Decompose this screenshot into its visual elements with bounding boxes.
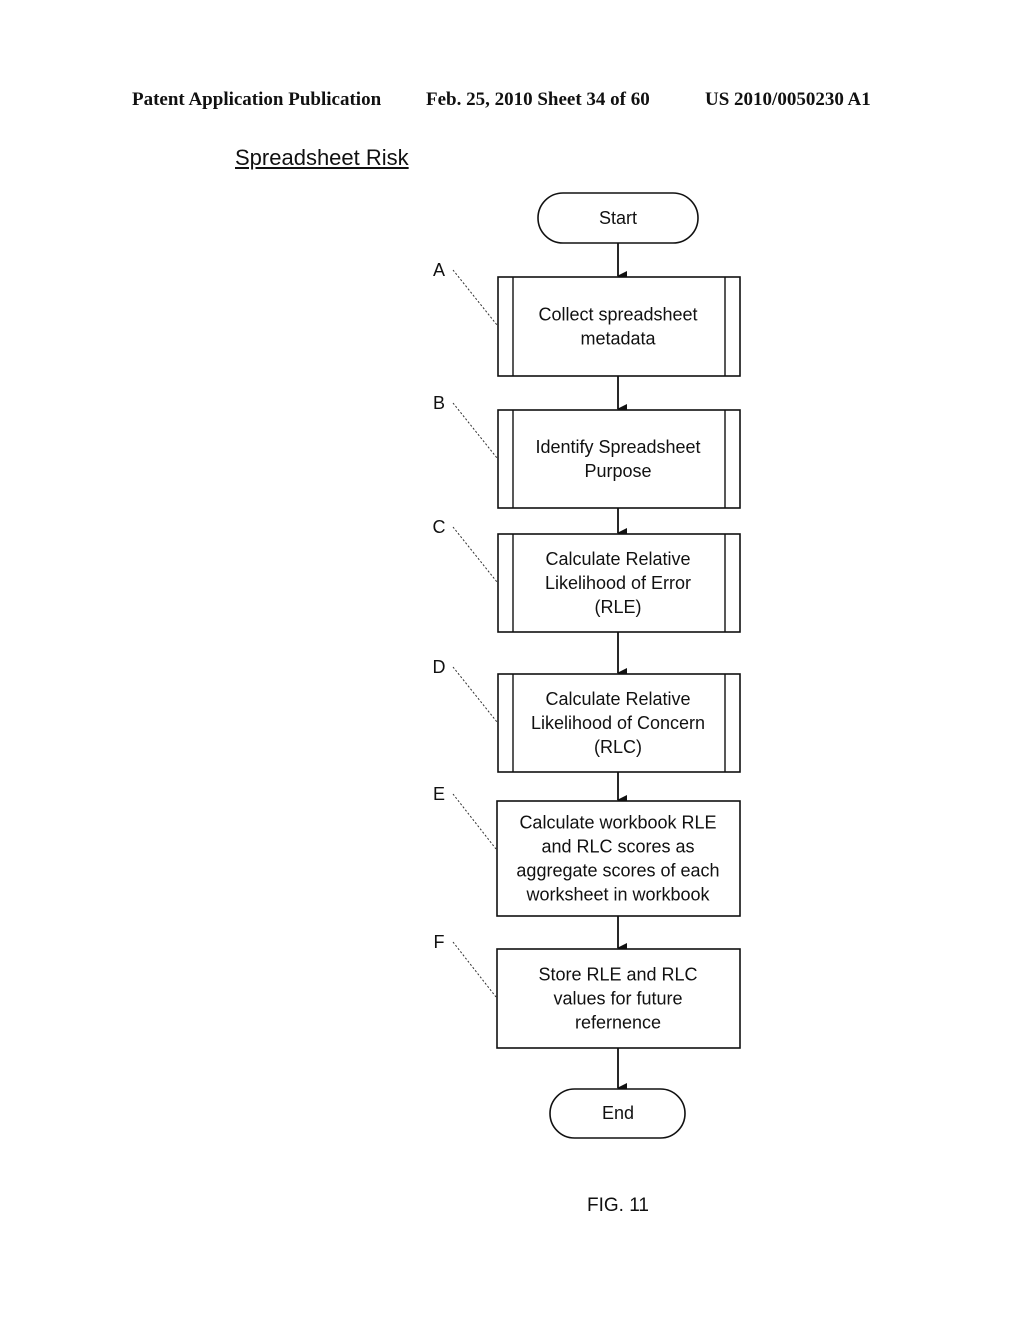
- start-terminal: Start: [537, 192, 699, 244]
- step-text-line: Calculate Relative: [545, 689, 690, 709]
- leader-line: [452, 269, 498, 326]
- step-b: Identify Spreadsheet Purpose B: [433, 393, 741, 509]
- step-text-line: (RLE): [594, 597, 641, 617]
- end-label: End: [602, 1103, 634, 1123]
- leader-line: [452, 666, 498, 723]
- step-ref-label: D: [433, 657, 446, 677]
- step-ref-label: E: [433, 784, 445, 804]
- step-text-line: Calculate Relative: [545, 549, 690, 569]
- step-text-line: Likelihood of Error: [545, 573, 691, 593]
- step-text-line: Purpose: [584, 461, 651, 481]
- end-terminal: End: [549, 1088, 686, 1139]
- step-text-line: Identify Spreadsheet: [535, 437, 700, 457]
- leader-line: [452, 402, 498, 459]
- figure-label: FIG. 11: [587, 1195, 649, 1216]
- step-text-line: Likelihood of Concern: [531, 713, 705, 733]
- step-a: Collect spreadsheet metadata A: [433, 260, 741, 377]
- step-text-line: aggregate scores of each: [516, 861, 719, 881]
- step-ref-label: F: [434, 932, 445, 952]
- flowchart: Start Collect spreadsheet metadata A Identi…: [433, 192, 741, 1139]
- leader-line: [452, 526, 498, 583]
- step-ref-label: B: [433, 393, 445, 413]
- step-f: Store RLE and RLC values for future refern…: [434, 932, 741, 1049]
- step-box: [497, 276, 741, 377]
- step-box: [497, 409, 741, 509]
- step-text-line: Store RLE and RLC: [538, 965, 697, 985]
- step-text-line: worksheet in workbook: [525, 885, 710, 905]
- step-text-line: refernence: [575, 1013, 661, 1033]
- step-text-line: metadata: [580, 329, 656, 349]
- leader-line: [452, 793, 497, 850]
- step-text-line: values for future: [553, 989, 682, 1009]
- step-text-line: (RLC): [594, 737, 642, 757]
- step-ref-label: C: [433, 517, 446, 537]
- start-label: Start: [599, 208, 637, 228]
- step-e: Calculate workbook RLE and RLC scores as a…: [433, 784, 741, 917]
- step-d: Calculate Relative Likelihood of Concern (…: [433, 657, 741, 773]
- step-c: Calculate Relative Likelihood of Error (RL…: [433, 517, 741, 633]
- step-ref-label: A: [433, 260, 445, 280]
- step-text-line: and RLC scores as: [541, 837, 694, 857]
- leader-line: [452, 941, 497, 998]
- step-text-line: Collect spreadsheet: [538, 305, 697, 325]
- step-text-line: Calculate workbook RLE: [519, 813, 716, 833]
